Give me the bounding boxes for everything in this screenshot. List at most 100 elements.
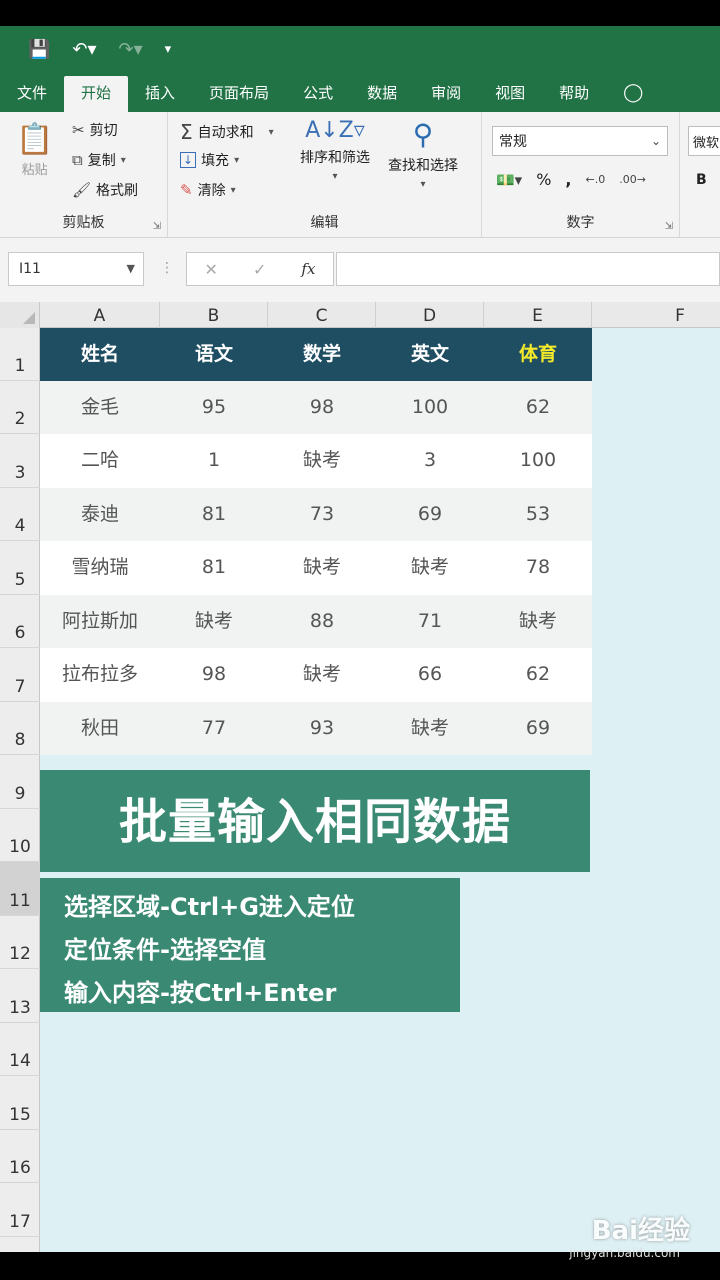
tab-help[interactable]: 帮助 [542, 76, 606, 112]
table-cell[interactable]: 81 [160, 488, 268, 541]
dialog-launcher-icon[interactable]: ⇲ [665, 221, 673, 232]
table-cell[interactable]: 缺考 [376, 541, 484, 595]
number-format-select[interactable]: 常规 ⌄ [492, 126, 668, 156]
sort-filter-button[interactable]: A↓Z▿ 排序和筛选 ▾ [300, 118, 370, 182]
table-cell[interactable]: 77 [160, 702, 268, 755]
header-cell-english[interactable]: 英文 [376, 328, 484, 381]
table-cell[interactable]: 69 [484, 702, 592, 755]
table-cell[interactable]: 1 [160, 434, 268, 488]
column-header-c[interactable]: C [268, 302, 376, 328]
row-header-5[interactable]: 5 [0, 541, 40, 595]
customize-qat-icon[interactable]: ▾ [165, 42, 172, 57]
tab-formulas[interactable]: 公式 [286, 76, 350, 112]
find-select-button[interactable]: ⚲ 查找和选择 ▾ [388, 118, 458, 190]
table-cell[interactable]: 拉布拉多 [40, 648, 160, 702]
table-cell[interactable]: 缺考 [268, 648, 376, 702]
percent-button[interactable]: % [536, 170, 551, 189]
table-cell[interactable]: 3 [376, 434, 484, 488]
tab-file[interactable]: 文件 [0, 76, 64, 112]
autosum-button[interactable]: Σ 自动求和 ▾ [180, 120, 274, 144]
font-name-select[interactable]: 微软 [688, 126, 720, 156]
table-cell[interactable]: 阿拉斯加 [40, 595, 160, 648]
row-header-2[interactable]: 2 [0, 381, 40, 434]
row-header-16[interactable]: 16 [0, 1130, 40, 1183]
cut-button[interactable]: ✂ 剪切 [72, 120, 118, 140]
format-painter-button[interactable]: 🖌 格式刷 [72, 180, 138, 200]
header-cell-math[interactable]: 数学 [268, 328, 376, 381]
table-cell[interactable]: 98 [160, 648, 268, 702]
cancel-icon[interactable]: ✕ [205, 260, 218, 279]
insert-function-button[interactable]: fx [301, 260, 315, 278]
redo-icon[interactable]: ↷▾ [119, 39, 143, 60]
copy-button[interactable]: ⧉ 复制 ▾ [72, 150, 126, 170]
header-cell-pe[interactable]: 体育 [484, 328, 592, 381]
table-cell[interactable]: 缺考 [268, 434, 376, 488]
table-cell[interactable]: 81 [160, 541, 268, 595]
save-icon[interactable]: 💾 [28, 39, 50, 60]
table-cell[interactable]: 秋田 [40, 702, 160, 755]
table-cell[interactable]: 62 [484, 648, 592, 702]
tab-view[interactable]: 视图 [478, 76, 542, 112]
tab-home[interactable]: 开始 [64, 76, 129, 112]
table-cell[interactable]: 88 [268, 595, 376, 648]
comma-button[interactable]: , [565, 170, 571, 189]
row-header-6[interactable]: 6 [0, 595, 40, 648]
row-header-12[interactable]: 12 [0, 916, 40, 969]
row-header-8[interactable]: 8 [0, 702, 40, 755]
table-cell[interactable]: 缺考 [160, 595, 268, 648]
row-header-17[interactable]: 17 [0, 1183, 40, 1237]
table-cell[interactable]: 71 [376, 595, 484, 648]
table-cell[interactable]: 95 [160, 381, 268, 434]
table-cell[interactable]: 缺考 [376, 702, 484, 755]
row-header-14[interactable]: 14 [0, 1023, 40, 1076]
row-header-9[interactable]: 9 [0, 755, 40, 809]
row-header-4[interactable]: 4 [0, 488, 40, 541]
table-cell[interactable]: 雪纳瑞 [40, 541, 160, 595]
undo-icon[interactable]: ↶▾ [72, 39, 96, 60]
table-cell[interactable]: 98 [268, 381, 376, 434]
table-cell[interactable]: 53 [484, 488, 592, 541]
row-header-1[interactable]: 1 [0, 328, 40, 381]
row-header-3[interactable]: 3 [0, 434, 40, 488]
table-cell[interactable]: 100 [484, 434, 592, 488]
bold-button[interactable]: B [696, 172, 707, 188]
table-cell[interactable]: 泰迪 [40, 488, 160, 541]
formula-input[interactable] [336, 252, 720, 286]
row-header-7[interactable]: 7 [0, 648, 40, 702]
fill-button[interactable]: ↓ 填充 ▾ [180, 150, 239, 170]
paste-button[interactable]: 📋 粘贴 [16, 122, 53, 178]
dialog-launcher-icon[interactable]: ⇲ [153, 221, 161, 232]
row-header-10[interactable]: 10 [0, 809, 40, 862]
decrease-decimal-icon[interactable]: .00→ [619, 173, 646, 186]
tab-insert[interactable]: 插入 [128, 76, 192, 112]
table-cell[interactable]: 62 [484, 381, 592, 434]
table-cell[interactable]: 69 [376, 488, 484, 541]
row-header-11[interactable]: 11 [0, 862, 40, 916]
column-header-f[interactable]: F [592, 302, 720, 328]
table-cell[interactable]: 73 [268, 488, 376, 541]
select-all-button[interactable] [0, 302, 40, 328]
enter-icon[interactable]: ✓ [253, 260, 266, 279]
table-cell[interactable]: 缺考 [268, 541, 376, 595]
tell-me-icon[interactable]: ◯ [606, 76, 660, 112]
column-header-d[interactable]: D [376, 302, 484, 328]
row-header-13[interactable]: 13 [0, 969, 40, 1023]
column-header-a[interactable]: A [40, 302, 160, 328]
table-cell[interactable]: 66 [376, 648, 484, 702]
tab-page-layout[interactable]: 页面布局 [192, 76, 286, 112]
table-cell[interactable]: 二哈 [40, 434, 160, 488]
header-cell-name[interactable]: 姓名 [40, 328, 160, 381]
table-cell[interactable]: 93 [268, 702, 376, 755]
increase-decimal-icon[interactable]: ←.0 [586, 173, 606, 186]
tab-data[interactable]: 数据 [350, 76, 414, 112]
accounting-icon[interactable]: 💵▾ [496, 171, 522, 189]
column-header-b[interactable]: B [160, 302, 268, 328]
clear-button[interactable]: ✎ 清除 ▾ [180, 180, 236, 200]
table-cell[interactable]: 缺考 [484, 595, 592, 648]
table-cell[interactable]: 100 [376, 381, 484, 434]
name-box[interactable]: I11 ▼ [8, 252, 144, 286]
column-header-e[interactable]: E [484, 302, 592, 328]
header-cell-chinese[interactable]: 语文 [160, 328, 268, 381]
table-cell[interactable]: 78 [484, 541, 592, 595]
row-header-15[interactable]: 15 [0, 1076, 40, 1130]
